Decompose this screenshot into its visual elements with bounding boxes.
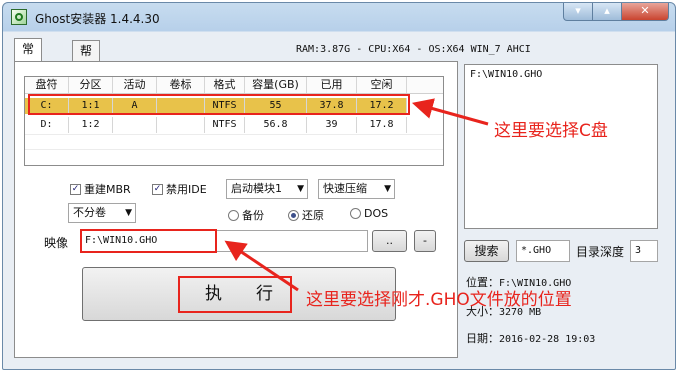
annotation-select-c: 这里要选择C盘	[494, 121, 608, 141]
arrow-to-c-drive	[411, 98, 489, 126]
arrow-to-image-path	[224, 240, 299, 292]
annotation-arrows	[224, 98, 489, 292]
annotation-select-gho: 这里要选择刚才.GHO文件放的位置	[306, 290, 572, 310]
